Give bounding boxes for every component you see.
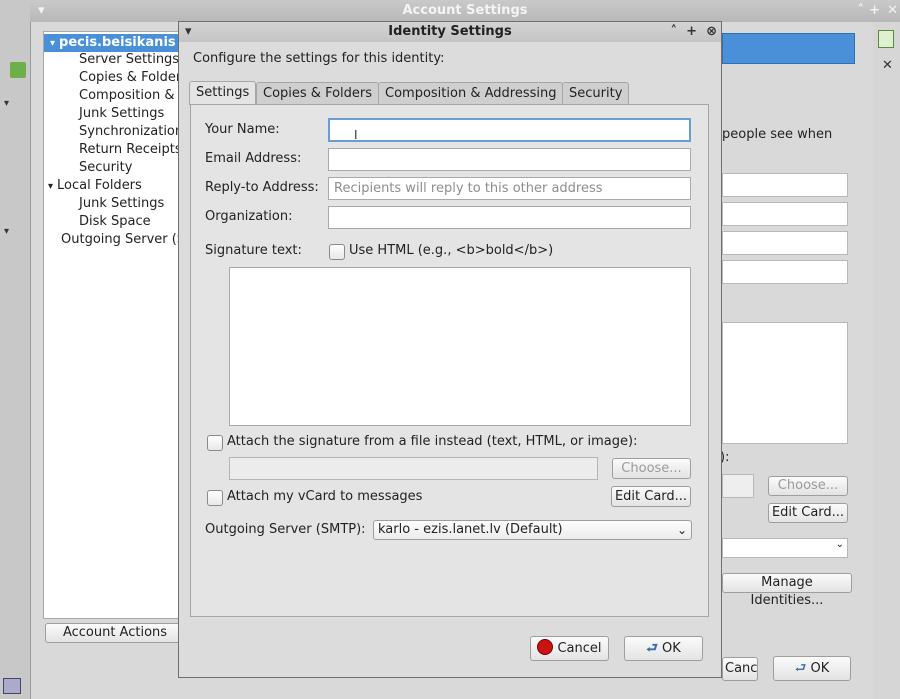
bg-reply-field[interactable] (722, 231, 848, 255)
bg-signature-area[interactable] (722, 322, 848, 444)
bg-ok-button[interactable]: ⮐ OK (773, 656, 851, 681)
tree-item-return-receipts[interactable]: Return Receipts (79, 142, 182, 157)
people-see-text: people see when (722, 127, 833, 142)
tree-item-local-junk-settings[interactable]: Junk Settings (79, 196, 164, 211)
tab-copies-folders[interactable]: Copies & Folders (256, 82, 380, 104)
window-menu-icon[interactable]: ▾ (185, 22, 192, 42)
screen-icon[interactable] (3, 678, 21, 694)
edit-card-button[interactable]: Edit Card... (611, 486, 691, 507)
return-icon: ⮐ (646, 641, 658, 656)
close-icon[interactable]: ✕ (887, 0, 898, 22)
reply-to-placeholder: Recipients will reply to this other addr… (334, 181, 603, 196)
attach-vcard-checkbox[interactable] (207, 490, 223, 506)
account-tree[interactable]: ▾ pecis.beisikanis Server Settings Copies… (43, 31, 185, 619)
window-menu-icon[interactable]: ▾ (38, 0, 45, 22)
tab-security[interactable]: Security (562, 82, 630, 104)
manage-identities-button[interactable]: Manage Identities... (722, 573, 852, 608)
bg-file-field[interactable] (722, 474, 754, 498)
maximize-icon[interactable]: + (686, 22, 697, 42)
your-name-input[interactable] (328, 118, 691, 142)
bg-email-field[interactable] (722, 202, 848, 226)
tree-item-disk-space[interactable]: Disk Space (79, 214, 151, 229)
signature-file-field[interactable] (229, 457, 598, 480)
smtp-selected-value: karlo - ezis.lanet.lv (Default) (378, 522, 563, 537)
chevron-down-icon: ▾ (48, 181, 54, 192)
return-icon: ⮐ (794, 661, 807, 676)
ok-button[interactable]: ⮐ OK (624, 636, 703, 661)
tree-item-local-folders[interactable]: ▾ Local Folders (48, 178, 142, 193)
reply-to-input[interactable]: Recipients will reply to this other addr… (328, 177, 691, 200)
bg-cancel-button[interactable]: Cancel (722, 657, 758, 681)
tree-item-copies-folders[interactable]: Copies & Folders (79, 70, 184, 85)
clipboard-icon[interactable] (878, 30, 894, 48)
expand-arrow-icon[interactable]: ▾ (4, 226, 9, 237)
smtp-select[interactable]: karlo - ezis.lanet.lv (Default) ⌄ (373, 520, 692, 540)
close-icon[interactable]: ⊗ (706, 22, 717, 42)
tree-item-outgoing-server[interactable]: Outgoing Server (S (61, 232, 184, 247)
chevron-down-icon: ⌄ (835, 539, 844, 550)
cancel-button[interactable]: Cancel (530, 636, 609, 661)
account-settings-titlebar: Account Settings ▾ ˄ + ✕ (30, 0, 900, 22)
bg-smtp-select[interactable]: ⌄ (722, 538, 848, 558)
attach-signature-label: Attach the signature from a file instead… (227, 434, 638, 449)
attach-signature-checkbox[interactable] (207, 435, 223, 451)
attach-vcard-label: Attach my vCard to messages (227, 489, 423, 504)
chevron-down-icon: ▾ (50, 38, 56, 49)
text-cursor-icon: I (354, 128, 358, 142)
account-actions-button[interactable]: Account Actions (45, 623, 185, 643)
bg-edit-card-button[interactable]: Edit Card... (768, 503, 848, 523)
minimize-icon[interactable]: ˄ (671, 22, 678, 42)
tab-settings[interactable]: Settings (189, 81, 257, 105)
organization-input[interactable] (328, 206, 691, 229)
reply-to-label: Reply-to Address: (205, 180, 319, 195)
tree-item-security[interactable]: Security (79, 160, 132, 175)
email-input[interactable] (328, 148, 691, 171)
tree-item-composition[interactable]: Composition & (79, 88, 174, 103)
close-icon[interactable]: ✕ (882, 58, 893, 73)
email-label: Email Address: (205, 151, 302, 166)
use-html-checkbox[interactable] (329, 244, 345, 260)
stop-icon (537, 639, 554, 655)
tree-item-junk-settings[interactable]: Junk Settings (79, 106, 164, 121)
bg-org-field[interactable] (722, 260, 848, 284)
dialog-title: Identity Settings (388, 24, 512, 39)
dialog-titlebar: ▾ Identity Settings ˄ + ⊗ (179, 22, 721, 42)
expand-arrow-icon[interactable]: ▾ (4, 98, 9, 109)
signature-textarea[interactable] (229, 267, 691, 426)
tree-item-server-settings[interactable]: Server Settings (79, 52, 179, 67)
window-title: Account Settings (402, 3, 528, 18)
bg-choose-button[interactable]: Choose... (768, 476, 848, 496)
use-html-label: Use HTML (e.g., <b>bold</b>) (349, 243, 554, 258)
dialog-intro: Configure the settings for this identity… (193, 51, 445, 66)
chevron-down-icon: ⌄ (676, 523, 687, 537)
download-icon[interactable] (10, 62, 26, 78)
choose-file-button[interactable]: Choose... (612, 458, 691, 479)
tree-item-synchronization[interactable]: Synchronization (79, 124, 183, 139)
account-header-bar (722, 33, 855, 64)
your-name-label: Your Name: (205, 122, 280, 137)
organization-label: Organization: (205, 209, 293, 224)
bg-name-field[interactable] (722, 173, 848, 197)
tab-composition-addressing[interactable]: Composition & Addressing (378, 82, 564, 104)
signature-label: Signature text: (205, 243, 302, 258)
tree-item-account[interactable]: ▾ pecis.beisikanis (44, 34, 184, 52)
smtp-label: Outgoing Server (SMTP): (205, 522, 366, 537)
maximize-icon[interactable]: + (869, 0, 880, 22)
minimize-icon[interactable]: ˄ (858, 0, 865, 22)
